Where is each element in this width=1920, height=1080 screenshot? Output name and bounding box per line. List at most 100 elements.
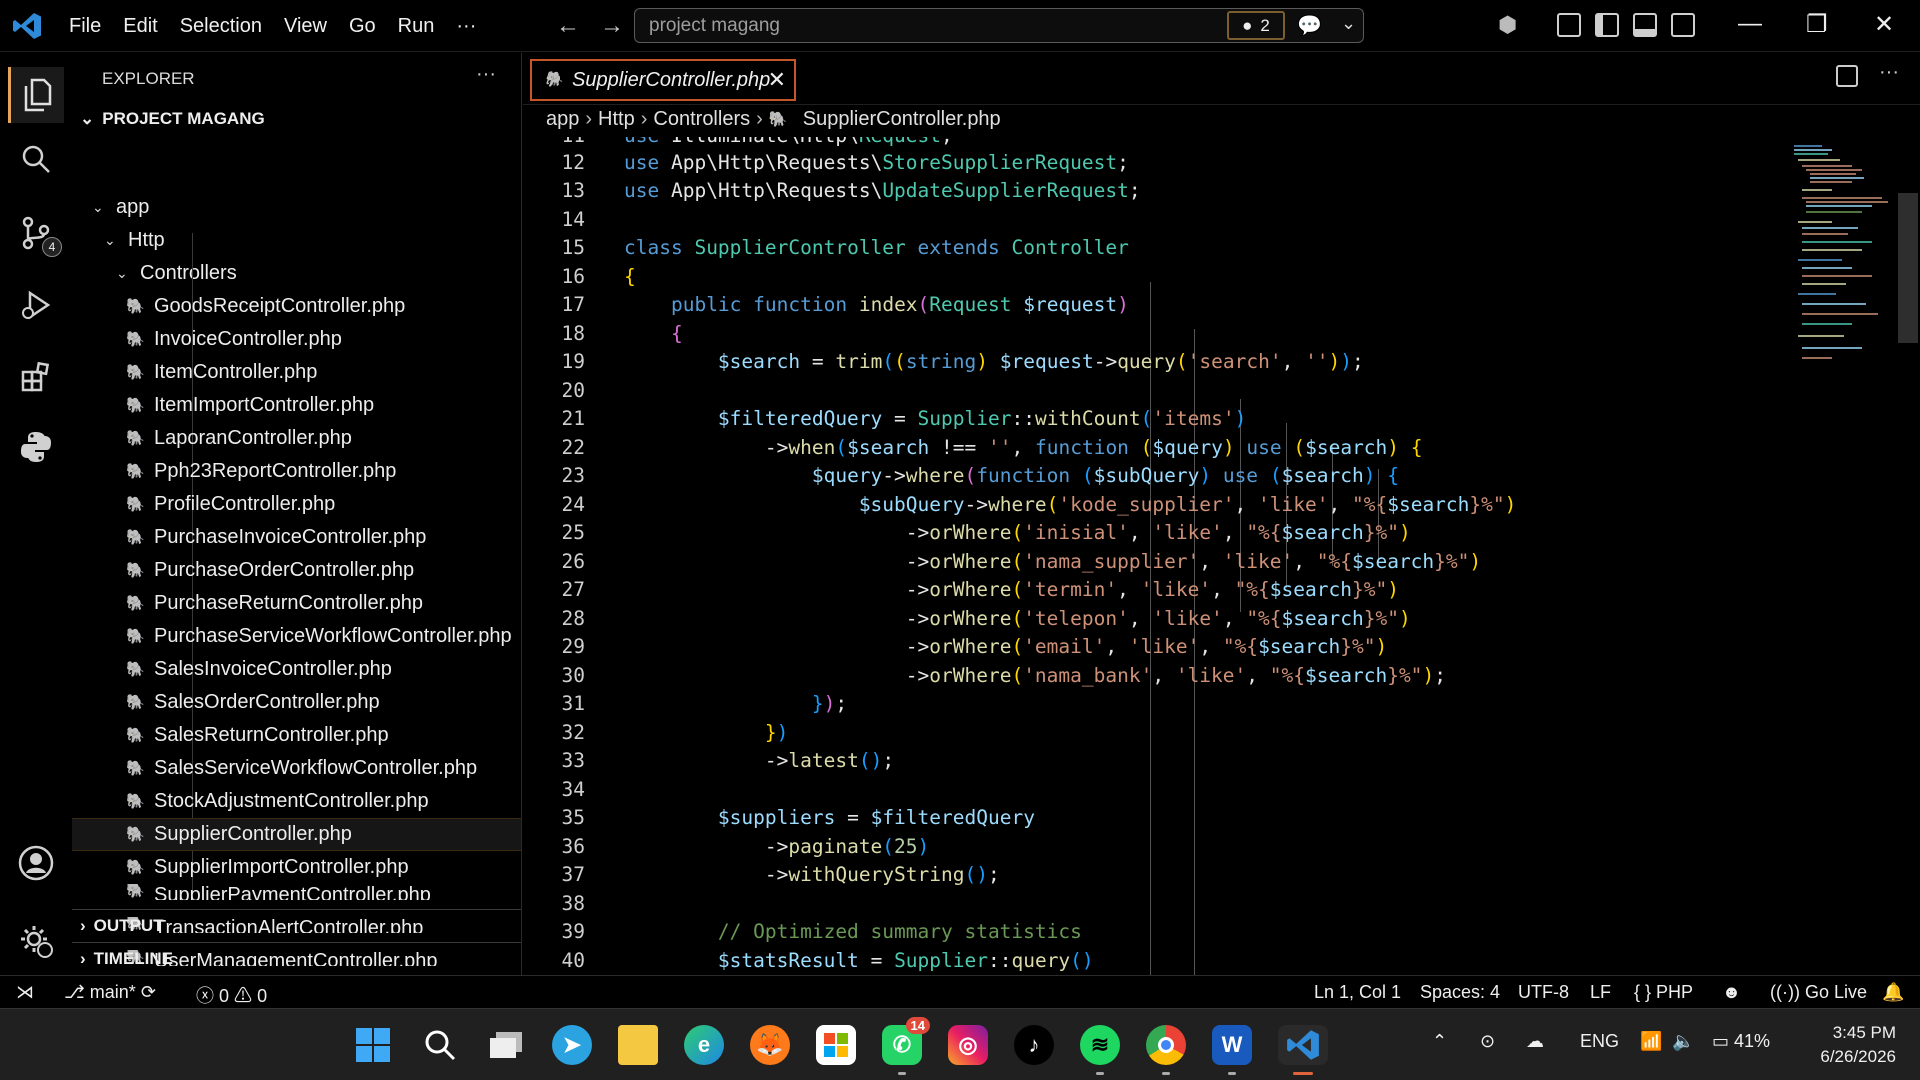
breadcrumb-item[interactable]: SupplierController.php — [803, 108, 1001, 131]
search-icon[interactable] — [420, 1025, 460, 1065]
close-window-icon[interactable]: ✕ — [1874, 10, 1894, 39]
explorer-icon[interactable] — [8, 67, 64, 123]
run-debug-icon[interactable] — [14, 283, 58, 327]
windows-start-icon[interactable] — [353, 1025, 393, 1065]
extensions-icon[interactable] — [14, 355, 58, 399]
file-item[interactable]: 🐘 GoodsReceiptController.php — [72, 290, 521, 323]
editor-scrollbar[interactable] — [1898, 193, 1918, 343]
project-root[interactable]: ⌄ PROJECT MAGANG — [80, 109, 265, 129]
breadcrumb-item[interactable]: app — [546, 108, 579, 131]
indentation[interactable]: Spaces: 4 — [1420, 982, 1500, 1003]
problems-indicator[interactable]: ⓧ 0 ⚠ 0 — [196, 982, 267, 1008]
encoding[interactable]: UTF-8 — [1518, 982, 1569, 1003]
menu-edit[interactable]: Edit — [112, 15, 168, 38]
file-item[interactable]: 🐘 PurchaseReturnController.php — [72, 587, 521, 620]
chevron-down-icon[interactable]: ⌄ — [1341, 13, 1356, 34]
file-item[interactable]: 🐘 SalesOrderController.php — [72, 686, 521, 719]
file-item[interactable]: 🐘 LaporanController.php — [72, 422, 521, 455]
close-tab-icon[interactable]: ✕ — [768, 67, 786, 93]
pending-changes-badge[interactable]: ● 2 — [1227, 11, 1285, 40]
source-control-icon[interactable]: 4 — [14, 211, 62, 257]
toggle-panel-icon[interactable] — [1633, 13, 1658, 37]
line-ending[interactable]: LF — [1590, 982, 1611, 1003]
file-item[interactable]: 🐘 PurchaseInvoiceController.php — [72, 521, 521, 554]
file-item[interactable]: 🐘 SupplierPaymentController.php — [72, 884, 521, 900]
onedrive-cloud-icon[interactable]: ☁ — [1526, 1031, 1544, 1052]
forward-arrow-icon[interactable]: → — [600, 12, 624, 40]
timeline-section[interactable]: › TIMELINE — [72, 942, 521, 974]
microsoft-store-icon[interactable] — [816, 1025, 856, 1065]
battery-indicator[interactable]: ▭ 41% — [1712, 1031, 1770, 1052]
split-editor-icon[interactable] — [1836, 65, 1858, 87]
file-item[interactable]: 🐘 Pph23ReportController.php — [72, 455, 521, 488]
menu-more[interactable]: ··· — [445, 15, 487, 38]
firefox-icon[interactable]: 🦊 — [750, 1025, 790, 1065]
cursor-position[interactable]: Ln 1, Col 1 — [1314, 982, 1401, 1003]
file-item[interactable]: 🐘 ItemController.php — [72, 356, 521, 389]
tray-app-icon[interactable]: ⊙ — [1480, 1031, 1495, 1052]
file-item[interactable]: 🐘 StockAdjustmentController.php — [72, 785, 521, 818]
python-icon[interactable] — [14, 425, 58, 469]
menu-go[interactable]: Go — [338, 15, 387, 38]
customize-layout-icon[interactable] — [1557, 13, 1582, 37]
minimize-icon[interactable]: — — [1738, 10, 1762, 38]
accounts-icon[interactable] — [14, 841, 58, 885]
remote-icon[interactable]: ⋊ — [16, 982, 34, 1003]
file-explorer-icon[interactable] — [618, 1025, 658, 1065]
file-item[interactable]: 🐘 SupplierController.php — [72, 818, 521, 851]
file-item[interactable]: 🐘 PurchaseServiceWorkflowController.php — [72, 620, 521, 653]
word-icon[interactable]: W — [1212, 1025, 1252, 1075]
back-arrow-icon[interactable]: ← — [556, 12, 580, 40]
breadcrumb-item[interactable]: Controllers — [653, 108, 750, 131]
notifications-bell-icon[interactable]: 🔔 — [1882, 982, 1904, 1003]
folder-app[interactable]: ⌄ app — [72, 191, 521, 224]
branch-indicator[interactable]: ⎇ main* ⟳ — [64, 982, 156, 1003]
whatsapp-icon[interactable]: ✆ 14 — [882, 1017, 930, 1075]
copilot-status-icon[interactable]: ☻ — [1722, 982, 1741, 1003]
file-item[interactable]: 🐘 SalesServiceWorkflowController.php — [72, 752, 521, 785]
restore-icon[interactable]: ❐ — [1806, 10, 1828, 39]
toggle-primary-sidebar-icon[interactable] — [1595, 13, 1620, 37]
search-icon[interactable] — [14, 137, 58, 181]
menu-view[interactable]: View — [273, 15, 338, 38]
tab-supplier-controller[interactable]: 🐘 SupplierController.php ✕ — [530, 59, 796, 101]
menu-file[interactable]: File — [58, 15, 112, 38]
input-language[interactable]: ENG — [1580, 1031, 1619, 1052]
file-item[interactable]: 🐘 SupplierImportController.php — [72, 851, 521, 884]
task-view-icon[interactable] — [486, 1025, 526, 1065]
wifi-icon[interactable]: 📶 — [1640, 1031, 1662, 1052]
clock[interactable]: 3:45 PM 6/26/2026 — [1800, 1021, 1896, 1069]
chevron-up-icon[interactable]: ⌃ — [1432, 1031, 1447, 1052]
menu-selection[interactable]: Selection — [169, 15, 273, 38]
folder-controllers[interactable]: ⌄ Controllers — [72, 257, 521, 290]
file-item[interactable]: 🐘 InvoiceController.php — [72, 323, 521, 356]
command-center[interactable]: project magang ● 2 💬 ⌄ — [634, 8, 1364, 43]
tiktok-icon[interactable]: ♪ — [1014, 1025, 1054, 1065]
chat-icon[interactable]: 💬 — [1297, 13, 1322, 38]
go-live-button[interactable]: ((·)) Go Live — [1770, 982, 1867, 1003]
minimap[interactable] — [1792, 142, 1892, 422]
output-section[interactable]: › OUTPUT — [72, 909, 521, 941]
volume-icon[interactable]: 🔈 — [1672, 1031, 1694, 1052]
explorer-more-icon[interactable]: ··· — [476, 63, 496, 86]
vscode-taskbar-icon[interactable] — [1278, 1025, 1328, 1075]
file-item[interactable]: 🐘 PurchaseOrderController.php — [72, 554, 521, 587]
language-mode[interactable]: { } PHP — [1634, 982, 1693, 1003]
manage-gear-icon[interactable] — [14, 919, 58, 963]
spotify-icon[interactable]: ≋ — [1080, 1025, 1120, 1075]
file-item[interactable]: 🐘 SalesReturnController.php — [72, 719, 521, 752]
telegram-icon[interactable]: ➤ — [552, 1025, 592, 1065]
file-item[interactable]: 🐘 SalesInvoiceController.php — [72, 653, 521, 686]
copilot-icon[interactable]: ⬢ — [1498, 12, 1517, 38]
chrome-icon[interactable] — [1146, 1025, 1186, 1075]
toggle-secondary-sidebar-icon[interactable] — [1671, 13, 1696, 37]
breadcrumb-item[interactable]: Http — [598, 108, 635, 131]
code-editor[interactable]: 11use Illuminate\Http\Request; 12use App… — [523, 137, 1920, 975]
instagram-icon[interactable]: ◎ — [948, 1025, 988, 1065]
editor-more-icon[interactable]: ··· — [1879, 61, 1899, 84]
file-item[interactable]: 🐘 ItemImportController.php — [72, 389, 521, 422]
edge-icon[interactable]: e — [684, 1025, 724, 1065]
menu-run[interactable]: Run — [387, 15, 446, 38]
file-item[interactable]: 🐘 ProfileController.php — [72, 488, 521, 521]
folder-http[interactable]: ⌄ Http — [72, 224, 521, 257]
